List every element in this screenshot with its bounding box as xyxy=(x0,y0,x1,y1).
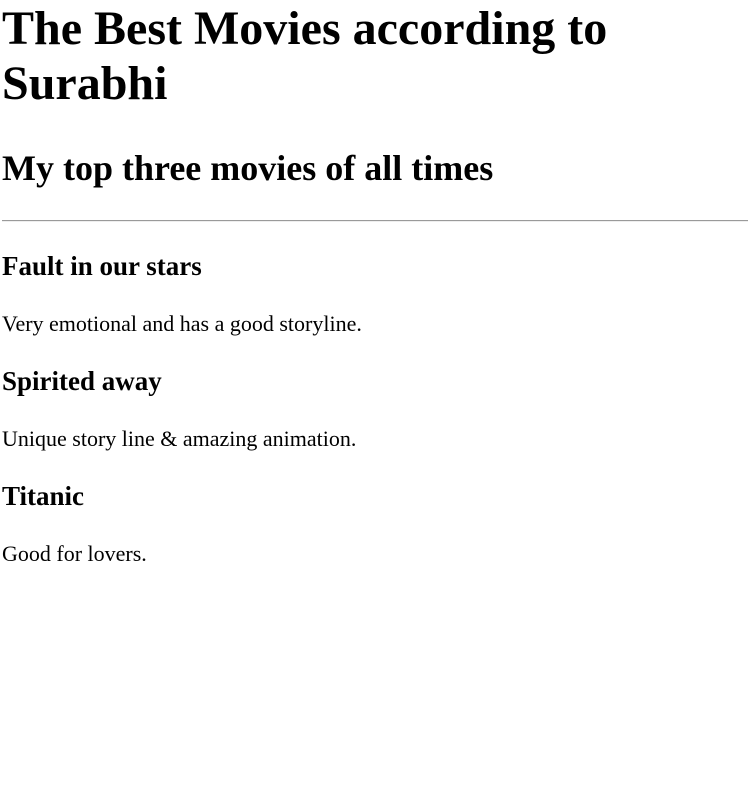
movie-description: Unique story line & amazing animation. xyxy=(2,426,357,451)
movie-entry: Titanic Good for lovers. xyxy=(2,481,748,567)
page-title: The Best Movies according to Surabhi xyxy=(2,2,608,110)
movie-entry: Fault in our stars Very emotional and ha… xyxy=(2,251,748,337)
movie-entry: Spirited away Unique story line & amazin… xyxy=(2,366,748,452)
movie-description: Good for lovers. xyxy=(2,541,147,566)
divider xyxy=(2,220,748,222)
movie-title: Spirited away xyxy=(2,366,162,396)
movie-title: Fault in our stars xyxy=(2,251,202,281)
page-subtitle: My top three movies of all times xyxy=(2,148,494,188)
page-content: The Best Movies according to Surabhi My … xyxy=(0,0,748,795)
movie-description: Very emotional and has a good storyline. xyxy=(2,311,362,336)
movie-title: Titanic xyxy=(2,481,85,511)
